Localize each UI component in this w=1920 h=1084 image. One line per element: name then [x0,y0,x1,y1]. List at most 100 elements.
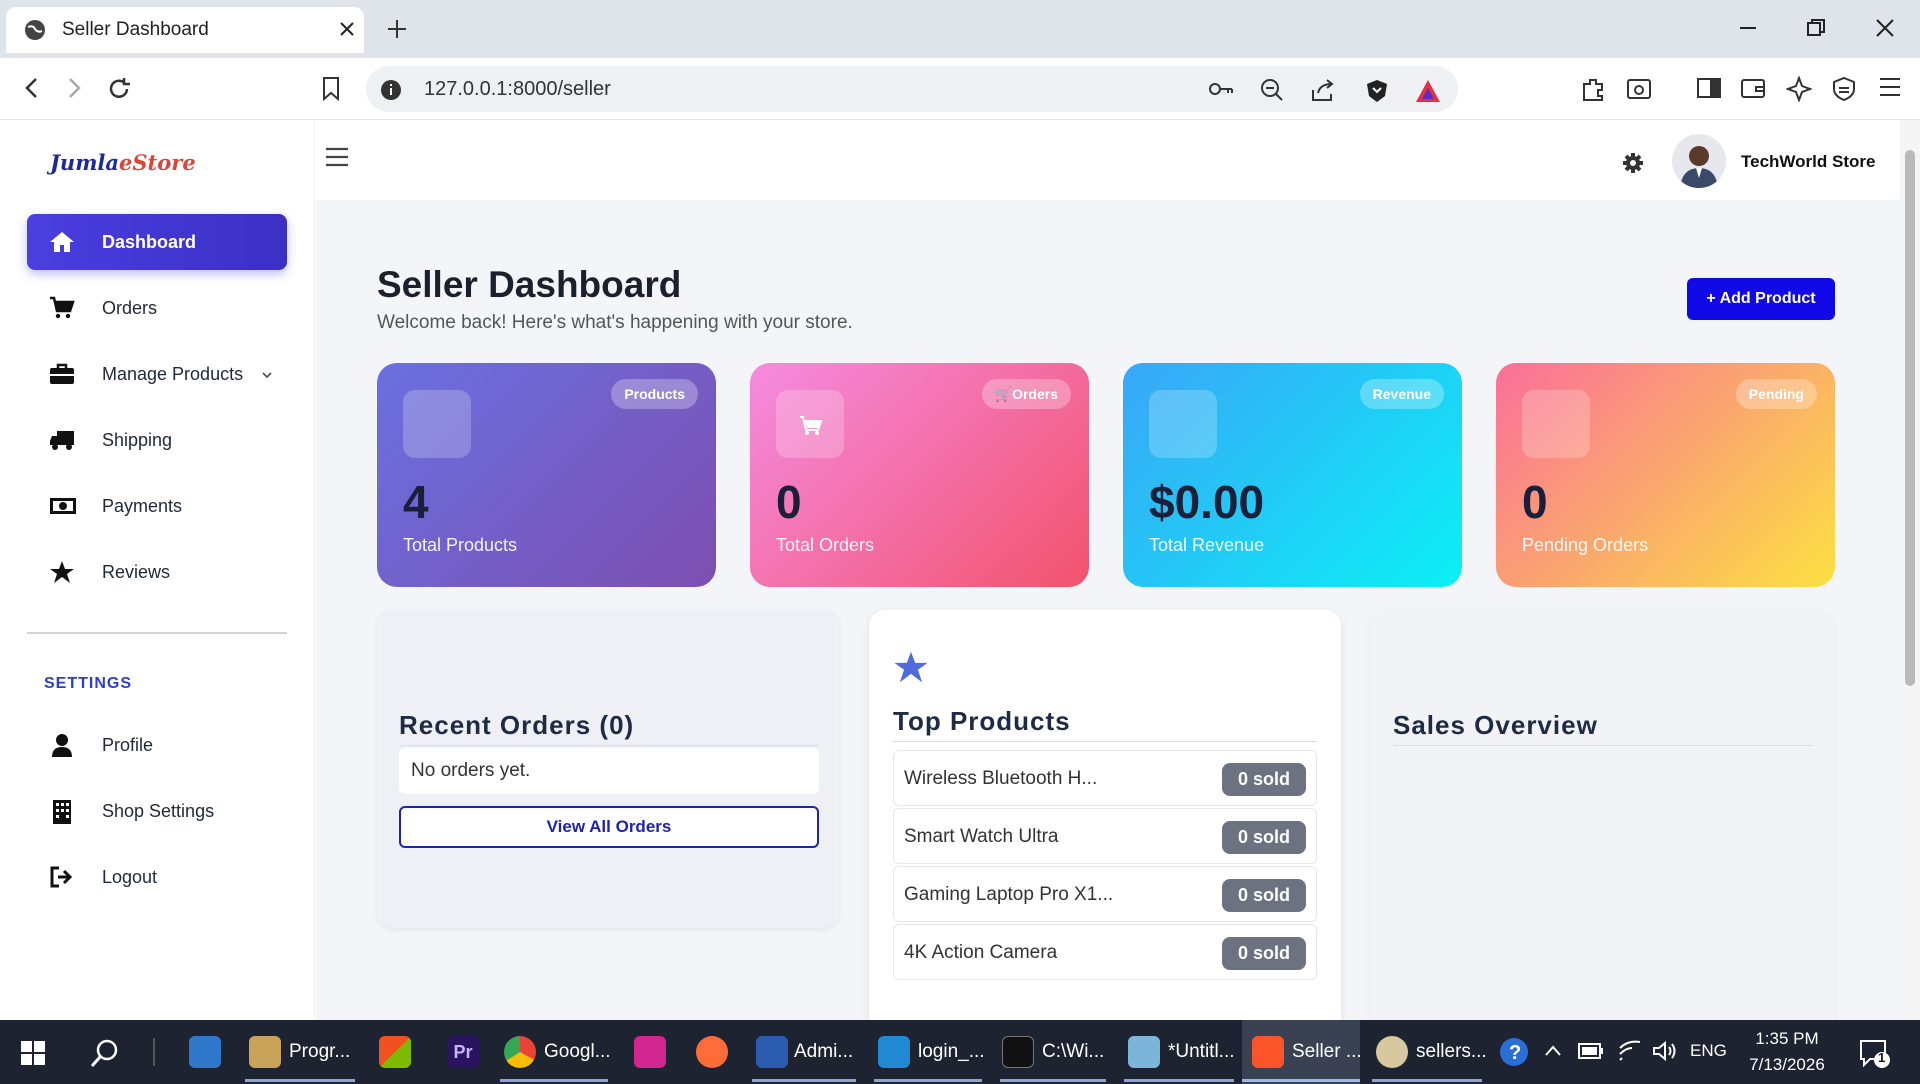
stat-value: 4 [403,476,429,528]
taskbar-app-paint[interactable]: sellers... [1372,1020,1487,1084]
list-item[interactable]: 4K Action Camera 0 sold [893,924,1317,980]
wifi-icon[interactable] [1618,1040,1644,1062]
site-info-icon[interactable] [380,79,402,101]
back-icon[interactable] [20,76,44,100]
hamburger-menu-icon[interactable] [324,146,350,168]
taskbar-app-wampserver[interactable] [630,1020,670,1084]
zoom-out-icon[interactable] [1260,78,1284,102]
page-subtitle: Welcome back! Here's what's happening wi… [377,312,853,333]
page-scrollbar[interactable] [1900,120,1920,1020]
taskbar-app-notepad[interactable]: *Untitl... [1124,1020,1235,1084]
battery-icon[interactable] [1578,1042,1604,1060]
stat-label: Total Products [403,535,518,555]
sidebar-item-label: Dashboard [102,232,197,252]
reload-icon[interactable] [106,76,132,102]
taskbar-app-store[interactable] [375,1020,415,1084]
notification-icon[interactable]: 1 [1858,1036,1892,1070]
sidebar-item-logout[interactable]: Logout [27,849,287,905]
url-text: 127.0.0.1:8000/seller [424,78,611,100]
taskbar-app-programs[interactable]: Progr... [245,1020,355,1084]
sidebar-toggle-icon[interactable] [1696,76,1722,100]
sidebar-item-orders[interactable]: Orders [27,280,287,336]
scrollbar-thumb[interactable] [1905,150,1915,686]
taskbar-app-chrome[interactable]: Googl... [500,1020,611,1084]
taskbar-app-control-panel[interactable] [185,1020,225,1084]
chevron-up-icon[interactable] [1544,1044,1562,1058]
sidebar-item-profile[interactable]: Profile [27,717,287,773]
sidebar-item-manage-products[interactable]: Manage Products [27,346,287,402]
share-icon[interactable] [1310,78,1336,102]
taskbar-app-powershell[interactable]: Admi... [752,1020,856,1084]
logout-icon [49,865,75,889]
stat-badge-text: Orders [1012,386,1058,402]
sidebar-item-shop-settings[interactable]: Shop Settings [27,783,287,839]
new-tab-icon[interactable] [386,18,408,40]
taskbar-app-postman[interactable] [692,1020,732,1084]
taskbar-app-vscode[interactable]: login_... [874,1020,985,1084]
sidebar-item-dashboard[interactable]: Dashboard [27,214,287,270]
extensions-icon[interactable] [1580,76,1606,102]
stat-value: 0 [1522,476,1548,528]
forward-icon[interactable] [62,76,86,100]
minimize-icon[interactable] [1738,18,1758,38]
language-indicator[interactable]: ENG [1690,1041,1727,1061]
avatar[interactable] [1672,134,1726,188]
add-product-button[interactable]: + Add Product [1687,278,1835,320]
bookmark-icon[interactable] [320,76,342,102]
clock-icon [1522,390,1590,458]
windows-start-icon[interactable] [20,1040,46,1066]
volume-icon[interactable] [1652,1040,1678,1062]
notepad-icon [1128,1036,1160,1068]
restore-icon[interactable] [1806,18,1826,38]
taskbar-app-premiere[interactable]: Pr [443,1020,483,1084]
browser-tab[interactable]: Seller Dashboard [6,7,364,53]
taskbar-app-cmd[interactable]: C:\Wi... [1000,1020,1106,1084]
taskbar-app-brave-active[interactable]: Seller ... [1242,1020,1362,1084]
brave-rewards-icon[interactable] [1414,78,1442,104]
logo[interactable]: JumlaeStore [50,150,196,175]
brave-shield-icon[interactable] [1364,78,1390,104]
sidebar-item-payments[interactable]: Payments [27,478,287,534]
empty-orders-message: No orders yet. [399,748,819,794]
running-indicator [874,1079,982,1082]
list-item[interactable]: Gaming Laptop Pro X1... 0 sold [893,866,1317,922]
view-all-orders-button[interactable]: View All Orders [399,806,819,848]
running-indicator [1372,1079,1482,1082]
close-icon[interactable] [338,20,356,38]
sidebar-item-label: Shipping [102,430,173,450]
sidebar-item-shipping[interactable]: Shipping [27,412,287,468]
home-icon [49,230,75,254]
help-icon[interactable]: ? [1498,1036,1530,1068]
list-item[interactable]: Smart Watch Ultra 0 sold [893,808,1317,864]
menu-icon[interactable] [1878,76,1902,98]
product-name: Wireless Bluetooth H... [904,768,1098,789]
reader-icon[interactable] [1626,76,1652,102]
list-item[interactable]: Wireless Bluetooth H... 0 sold [893,750,1317,806]
tab-title: Seller Dashboard [62,19,209,40]
sold-badge: 0 sold [1222,821,1306,854]
key-icon[interactable] [1208,78,1234,100]
sidebar-item-reviews[interactable]: Reviews [27,544,287,600]
powershell-icon [756,1036,788,1068]
stat-label: Total Orders [776,535,875,555]
window-close-icon[interactable] [1875,18,1895,38]
taskbar: Progr... Pr Googl... Admi... login_... C… [0,1020,1920,1084]
globe-icon [24,19,46,41]
stat-badge: Pending [1735,379,1817,409]
stat-label: Total Revenue [1149,535,1265,555]
store-name[interactable]: TechWorld Store [1741,152,1875,172]
programs-icon [249,1036,281,1068]
wallet-icon[interactable] [1740,76,1766,100]
top-header: TechWorld Store [316,120,1900,200]
browser-tab-bar: Seller Dashboard [0,0,1920,58]
gear-icon[interactable] [1622,152,1644,174]
add-product-label: Add Product [1719,290,1816,307]
leo-ai-icon[interactable] [1786,76,1812,102]
system-clock[interactable]: 1:35 PM 7/13/2026 [1738,1026,1836,1078]
address-bar[interactable]: 127.0.0.1:8000/seller [366,66,1458,112]
sidebar-item-label: Reviews [102,562,171,582]
vpn-icon[interactable] [1832,76,1856,102]
product-name: Smart Watch Ultra [904,826,1059,847]
search-icon[interactable] [90,1038,120,1068]
wamp-icon [634,1036,666,1068]
